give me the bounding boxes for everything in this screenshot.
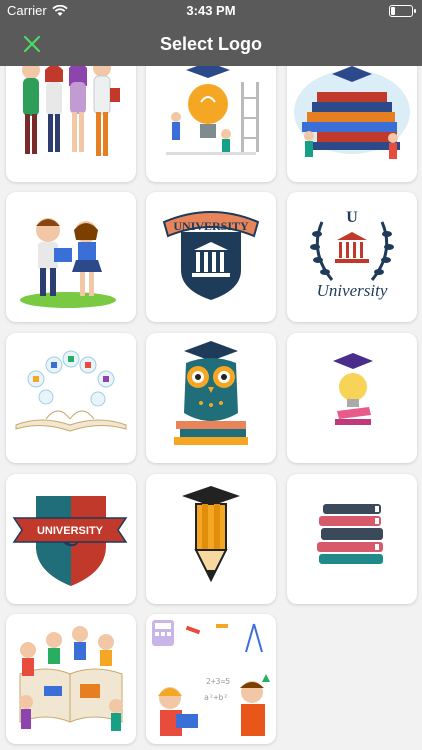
bulb-cap-icon — [333, 353, 373, 425]
status-bar: 3:43 PM Carrier — [0, 0, 422, 22]
owl-graduation-icon — [174, 341, 248, 445]
page-title: Select Logo — [159, 33, 262, 54]
university-crest-icon: U UNIVERSITY — [12, 496, 128, 586]
svg-text:a²+b²: a²+b² — [204, 693, 228, 702]
university-laurel-text: University — [317, 281, 388, 300]
pencil-cap-icon — [182, 486, 240, 583]
logo-tile-open-book[interactable] — [6, 333, 136, 463]
carrier-label: Carrier — [7, 3, 47, 18]
logo-tile-university-shield[interactable]: UNIVERSITY — [146, 192, 276, 322]
status-carrier-group: Carrier — [7, 3, 68, 18]
logo-tile-kids-reading[interactable] — [6, 192, 136, 322]
logo-tile-pencil-cap[interactable] — [146, 474, 276, 604]
logo-grid: UNIVERSITY U University UNIVERSITY 2+3=5… — [0, 66, 422, 750]
navigation-bar: Select Logo — [0, 22, 422, 66]
students-group-icon — [22, 66, 120, 156]
open-book-icon — [15, 350, 127, 432]
university-crest-text: UNIVERSITY — [37, 525, 104, 537]
books-study-icon — [294, 66, 410, 159]
logo-tile-books-study[interactable] — [287, 66, 417, 182]
logo-tile-university-crest[interactable]: U UNIVERSITY — [6, 474, 136, 604]
logo-tile-kids-book[interactable] — [6, 614, 136, 744]
university-laurel-icon: U University — [310, 209, 394, 300]
kids-math-icon: 2+3=5 a²+b² — [152, 620, 270, 736]
book-stack-icon — [317, 504, 383, 564]
wifi-icon — [52, 4, 68, 16]
svg-text:U: U — [346, 209, 358, 226]
logo-tile-owl[interactable] — [146, 333, 276, 463]
logo-tile-university-laurel[interactable]: U University — [287, 192, 417, 322]
kids-book-icon — [19, 626, 123, 731]
kids-reading-icon — [20, 218, 116, 308]
university-shield-text: UNIVERSITY — [173, 219, 249, 233]
battery-icon — [389, 5, 416, 17]
logo-tile-lightbulb[interactable] — [146, 66, 276, 182]
logo-tile-book-stack[interactable] — [287, 474, 417, 604]
svg-text:2+3=5: 2+3=5 — [206, 677, 230, 686]
logo-tile-students[interactable] — [6, 66, 136, 182]
logo-tile-bulb-cap[interactable] — [287, 333, 417, 463]
lightbulb-graduation-icon — [166, 66, 259, 155]
close-icon[interactable] — [20, 32, 44, 56]
university-shield-icon: UNIVERSITY — [162, 211, 260, 300]
logo-tile-kids-math[interactable]: 2+3=5 a²+b² — [146, 614, 276, 744]
